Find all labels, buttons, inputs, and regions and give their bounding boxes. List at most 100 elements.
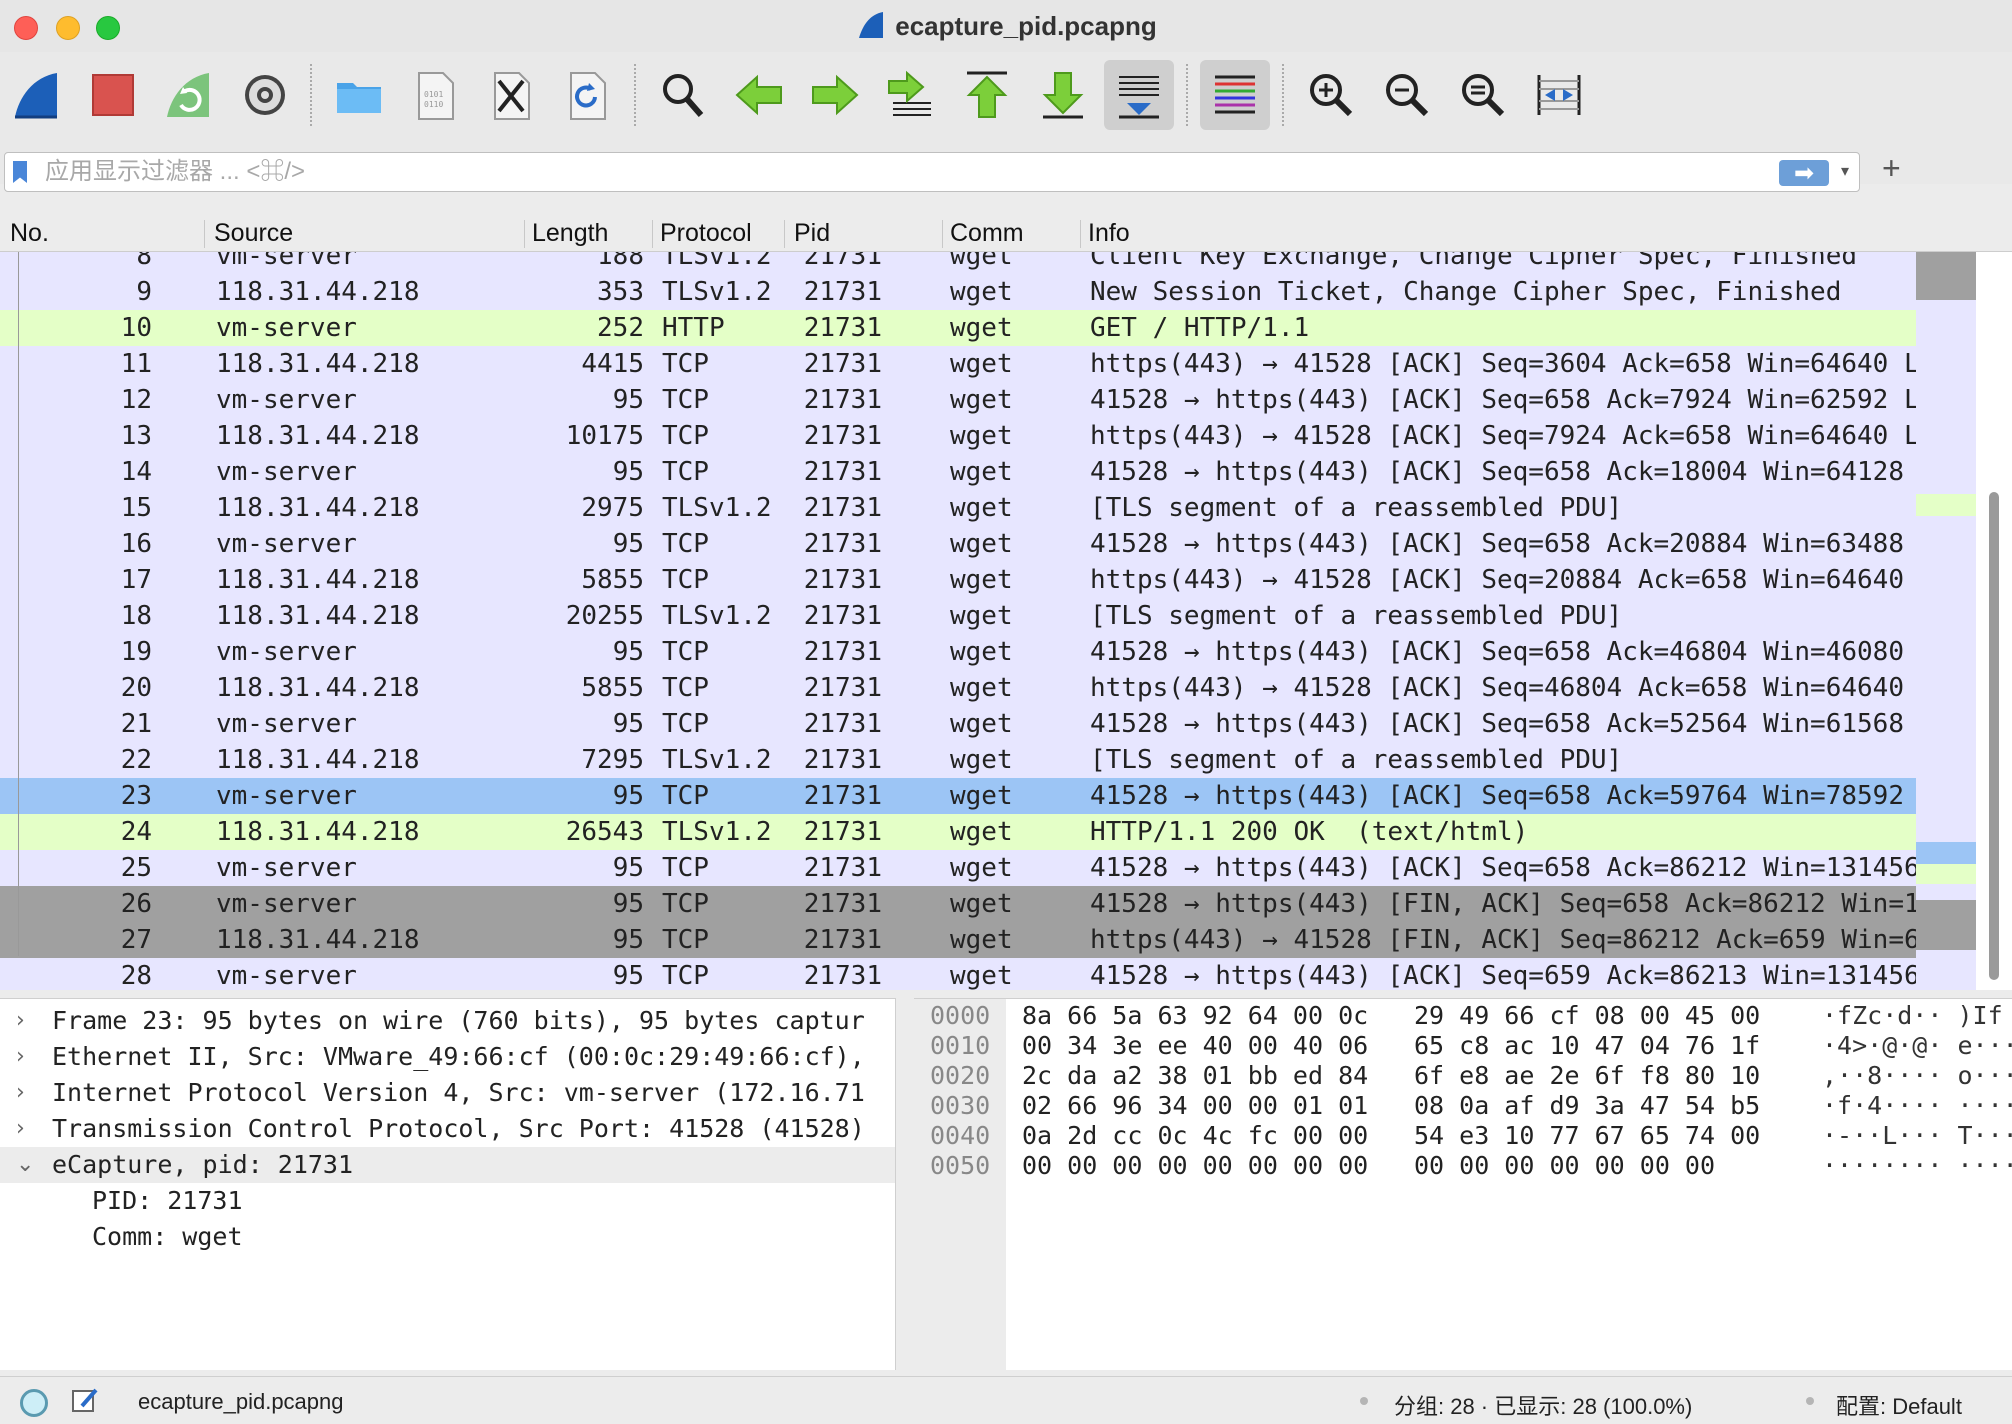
packet-info: 41528 → https(443) [ACK] Seq=658 Ack=862… — [1090, 853, 1916, 883]
close-file-button[interactable] — [476, 60, 546, 130]
toolbar-separator — [310, 64, 312, 126]
zoom-in-button[interactable] — [1296, 60, 1366, 130]
detail-field-row[interactable]: PID: 21731 — [0, 1183, 895, 1219]
packet-no: 27 — [120, 925, 152, 955]
detail-field-row[interactable]: Comm: wget — [0, 1219, 895, 1255]
packet-comm: wget — [950, 313, 1013, 343]
window-title-text: ecapture_pid.pcapng — [895, 11, 1157, 41]
packet-info: https(443) → 41528 [ACK] Seq=20884 Ack=6… — [1090, 565, 1904, 595]
packet-minimap[interactable] — [1916, 252, 1976, 990]
chevron-right-icon[interactable]: › — [16, 1039, 25, 1075]
filter-history-dropdown[interactable]: ▾ — [1841, 161, 1849, 181]
column-divider[interactable] — [652, 220, 653, 248]
packet-row[interactable]: 11 118.31.44.218 4415 TCP 21731 wget https(443… — [0, 346, 1916, 382]
detail-protocol-row[interactable]: ⌄ eCapture, pid: 21731 — [0, 1147, 895, 1183]
capture-options-button[interactable] — [230, 60, 300, 130]
column-header-no[interactable]: No. — [10, 219, 49, 248]
save-file-button[interactable]: 0101 0110 — [400, 60, 470, 130]
packet-row[interactable]: 9 118.31.44.218 353 TLSv1.2 21731 wget New Ses… — [0, 274, 1916, 310]
zoom-out-button[interactable] — [1372, 60, 1442, 130]
packet-no: 28 — [120, 961, 152, 990]
packet-row[interactable]: 13 118.31.44.218 10175 TCP 21731 wget https(44… — [0, 418, 1916, 454]
packet-row[interactable]: 28 vm-server 95 TCP 21731 wget 41528 → https(4… — [0, 958, 1916, 990]
title-bar: ecapture_pid.pcapng — [0, 0, 2012, 52]
packet-row[interactable]: 26 vm-server 95 TCP 21731 wget 41528 → https(4… — [0, 886, 1916, 922]
packet-row[interactable]: 8 vm-server 188 TLSv1.2 21731 wget Client Key … — [0, 252, 1916, 274]
colorize-packets-button[interactable] — [1200, 60, 1270, 130]
column-divider[interactable] — [204, 220, 205, 248]
detail-protocol-row[interactable]: › Transmission Control Protocol, Src Port… — [0, 1111, 895, 1147]
add-filter-button[interactable]: + — [1882, 150, 1901, 187]
packet-row[interactable]: 19 vm-server 95 TCP 21731 wget 41528 → https(4… — [0, 634, 1916, 670]
packet-list[interactable]: No. Source Length Protocol Pid Comm Info… — [0, 216, 2012, 990]
column-header-info[interactable]: Info — [1088, 219, 1130, 248]
packet-info: GET / HTTP/1.1 — [1090, 313, 1310, 343]
status-profile[interactable]: 配置: Default — [1836, 1389, 1962, 1421]
packet-row[interactable]: 27 118.31.44.218 95 TCP 21731 wget https(443) … — [0, 922, 1916, 958]
packet-info: HTTP/1.1 200 OK (text/html) — [1090, 817, 1529, 847]
packet-pid: 21731 — [803, 601, 882, 631]
auto-scroll-button[interactable] — [1104, 60, 1174, 130]
packet-row[interactable]: 15 118.31.44.218 2975 TLSv1.2 21731 wget [TLS … — [0, 490, 1916, 526]
go-to-packet-button[interactable] — [876, 60, 946, 130]
hex-bytes-left: 00 00 00 00 00 00 00 00 — [1022, 1151, 1369, 1180]
previous-packet-button[interactable] — [724, 60, 794, 130]
packet-row[interactable]: 17 118.31.44.218 5855 TCP 21731 wget https(443… — [0, 562, 1916, 598]
scrollbar-thumb[interactable] — [1989, 492, 1999, 980]
packet-source: vm-server — [216, 252, 357, 271]
chevron-right-icon[interactable]: › — [16, 1111, 25, 1147]
resize-columns-icon — [1537, 75, 1581, 115]
packet-no: 11 — [120, 349, 152, 379]
chevron-right-icon[interactable]: › — [16, 1075, 25, 1111]
reload-file-button[interactable] — [552, 60, 622, 130]
resize-columns-button[interactable] — [1524, 60, 1594, 130]
packet-protocol: TCP — [662, 529, 709, 559]
display-filter-input[interactable] — [45, 155, 1745, 189]
status-separator-dot — [1806, 1397, 1814, 1405]
capture-comment-icon[interactable] — [70, 1386, 100, 1416]
column-divider[interactable] — [784, 220, 785, 248]
expert-info-icon[interactable] — [20, 1389, 48, 1417]
packet-row[interactable]: 22 118.31.44.218 7295 TLSv1.2 21731 wget [TLS … — [0, 742, 1916, 778]
restart-fin-icon — [167, 73, 209, 117]
column-header-protocol[interactable]: Protocol — [660, 219, 752, 248]
packet-row[interactable]: 21 vm-server 95 TCP 21731 wget 41528 → https(4… — [0, 706, 1916, 742]
packet-row[interactable]: 16 vm-server 95 TCP 21731 wget 41528 → https(4… — [0, 526, 1916, 562]
packet-row[interactable]: 23 vm-server 95 TCP 21731 wget 41528 → https(4… — [0, 778, 1916, 814]
chevron-down-icon[interactable]: ⌄ — [16, 1147, 34, 1183]
filter-bookmark-icon[interactable] — [13, 161, 27, 183]
packet-row[interactable]: 24 118.31.44.218 26543 TLSv1.2 21731 wget HTTP… — [0, 814, 1916, 850]
magnifier-icon — [663, 74, 704, 117]
packet-no: 17 — [120, 565, 152, 595]
normal-size-button[interactable] — [1448, 60, 1518, 130]
next-packet-button[interactable] — [800, 60, 870, 130]
stop-capture-button[interactable] — [78, 60, 148, 130]
column-divider[interactable] — [1080, 220, 1081, 248]
packet-row[interactable]: 12 vm-server 95 TCP 21731 wget 41528 → https(4… — [0, 382, 1916, 418]
find-packet-button[interactable] — [648, 60, 718, 130]
restart-capture-button[interactable] — [154, 60, 224, 130]
packet-row[interactable]: 14 vm-server 95 TCP 21731 wget 41528 → https(4… — [0, 454, 1916, 490]
packet-info: New Session Ticket, Change Cipher Spec, … — [1090, 277, 1842, 307]
packet-list-scrollbar[interactable] — [1986, 252, 2002, 990]
column-header-source[interactable]: Source — [214, 219, 293, 248]
packet-row[interactable]: 20 118.31.44.218 5855 TCP 21731 wget https(443… — [0, 670, 1916, 706]
start-capture-button[interactable] — [2, 60, 72, 130]
last-packet-button[interactable] — [1028, 60, 1098, 130]
first-packet-button[interactable] — [952, 60, 1022, 130]
open-file-button[interactable] — [324, 60, 394, 130]
column-header-comm[interactable]: Comm — [950, 219, 1024, 248]
packet-row[interactable]: 25 vm-server 95 TCP 21731 wget 41528 → https(4… — [0, 850, 1916, 886]
packet-row[interactable]: 18 118.31.44.218 20255 TLSv1.2 21731 wget [TLS… — [0, 598, 1916, 634]
arrow-left-icon — [735, 74, 782, 116]
column-divider[interactable] — [942, 220, 943, 248]
packet-row[interactable]: 10 vm-server 252 HTTP 21731 wget GET / HTTP/1.… — [0, 310, 1916, 346]
column-header-length[interactable]: Length — [532, 219, 608, 248]
detail-protocol-row[interactable]: › Ethernet II, Src: VMware_49:66:cf (00:0… — [0, 1039, 895, 1075]
chevron-right-icon[interactable]: › — [16, 1003, 25, 1039]
apply-filter-button[interactable]: ➡ — [1779, 160, 1829, 187]
column-divider[interactable] — [524, 220, 525, 248]
detail-protocol-row[interactable]: › Frame 23: 95 bytes on wire (760 bits), … — [0, 1003, 895, 1039]
detail-protocol-row[interactable]: › Internet Protocol Version 4, Src: vm-se… — [0, 1075, 895, 1111]
column-header-pid[interactable]: Pid — [794, 219, 830, 248]
